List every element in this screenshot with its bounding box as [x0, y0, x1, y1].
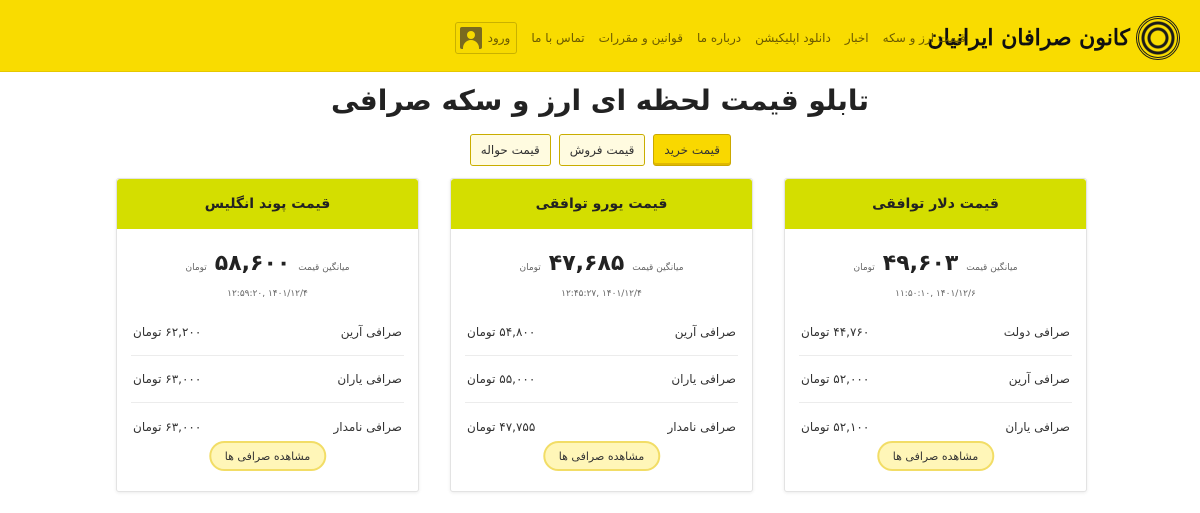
nav-item-rules[interactable]: قوانین و مقررات: [599, 31, 683, 45]
exchange-price: ۴۴,۷۶۰ تومان: [801, 325, 870, 339]
list-item: صرافی آرین ۵۴,۸۰۰ تومان: [465, 309, 738, 356]
exchange-list: صرافی دولت ۴۴,۷۶۰ تومان صرافی آرین ۵۲,۰۰…: [799, 309, 1072, 450]
exchange-name: صرافی آرین: [340, 325, 402, 339]
card-title: قیمت یورو توافقی: [451, 179, 752, 229]
update-timestamp: ۱۴۰۱/۱۲/۴ ,۱۲:۴۵:۲۷: [561, 289, 642, 299]
nav-item-download-app[interactable]: دانلود اپلیکیشن: [755, 31, 831, 45]
average-price: میانگین قیمت ۴۹,۶۰۳ تومان: [785, 251, 1086, 276]
exchange-price: ۶۳,۰۰۰ تومان: [133, 372, 202, 386]
average-value: ۴۷,۶۸۵: [548, 251, 625, 276]
average-label: میانگین قیمت: [966, 263, 1018, 273]
update-timestamp: ۱۴۰۱/۱۲/۶ ,۱۱:۵۰:۱۰: [895, 289, 976, 299]
exchange-price: ۶۲,۲۰۰ تومان: [133, 325, 202, 339]
average-price: میانگین قیمت ۵۸,۶۰۰ تومان: [117, 251, 418, 276]
exchange-price: ۵۵,۰۰۰ تومان: [467, 372, 536, 386]
view-exchanges-button[interactable]: مشاهده صرافی ها: [208, 441, 327, 471]
exchange-list: صرافی آرین ۶۲,۲۰۰ تومان صرافی یاران ۶۳,۰…: [131, 309, 404, 450]
exchange-price: ۵۴,۸۰۰ تومان: [467, 325, 536, 339]
user-icon: [459, 27, 482, 49]
list-item: صرافی یاران ۶۳,۰۰۰ تومان: [131, 356, 404, 403]
emblem-icon: [1136, 16, 1180, 60]
transfer-price-button[interactable]: قیمت حواله: [469, 134, 551, 166]
average-price: میانگین قیمت ۴۷,۶۸۵ تومان: [451, 251, 752, 276]
main-nav: قیمت ارز و سکه اخبار دانلود اپلیکیشن درب…: [454, 22, 966, 54]
exchange-name: صرافی یاران: [337, 372, 402, 386]
page-title: تابلو قیمت لحظه ای ارز و سکه صرافی: [331, 84, 869, 117]
average-value: ۴۹,۶۰۳: [882, 251, 959, 276]
exchange-name: صرافی نامدار: [667, 419, 736, 434]
update-timestamp: ۱۴۰۱/۱۲/۴ ,۱۲:۵۹:۲۰: [227, 289, 308, 299]
exchange-price: ۴۷,۷۵۵ تومان: [467, 419, 536, 434]
price-card-dollar: قیمت دلار توافقی میانگین قیمت ۴۹,۶۰۳ توم…: [784, 178, 1087, 492]
card-title: قیمت دلار توافقی: [785, 179, 1086, 229]
exchange-price: ۶۳,۰۰۰ تومان: [133, 419, 202, 434]
list-item: صرافی دولت ۴۴,۷۶۰ تومان: [799, 309, 1072, 356]
login-label: ورود: [487, 31, 511, 45]
currency-unit: تومان: [519, 263, 541, 273]
exchange-name: صرافی نامدار: [333, 419, 402, 434]
nav-item-prices[interactable]: قیمت ارز و سکه: [883, 31, 966, 45]
list-item: صرافی یاران ۵۵,۰۰۰ تومان: [465, 356, 738, 403]
nav-item-contact[interactable]: تماس با ما: [531, 31, 584, 45]
buy-price-button[interactable]: قیمت خرید: [653, 134, 731, 166]
price-type-toggle: قیمت خرید قیمت فروش قیمت حواله: [469, 134, 731, 166]
sell-price-button[interactable]: قیمت فروش: [558, 134, 646, 166]
average-label: میانگین قیمت: [298, 263, 350, 273]
exchange-list: صرافی آرین ۵۴,۸۰۰ تومان صرافی یاران ۵۵,۰…: [465, 309, 738, 450]
currency-unit: تومان: [185, 263, 207, 273]
average-label: میانگین قیمت: [632, 263, 684, 273]
list-item: صرافی آرین ۶۲,۲۰۰ تومان: [131, 309, 404, 356]
nav-item-about[interactable]: درباره ما: [697, 31, 741, 45]
exchange-name: صرافی یاران: [671, 372, 736, 386]
exchange-name: صرافی یاران: [1005, 419, 1070, 434]
price-card-euro: قیمت یورو توافقی میانگین قیمت ۴۷,۶۸۵ توم…: [450, 178, 753, 492]
currency-unit: تومان: [853, 263, 875, 273]
login-button[interactable]: ورود: [454, 22, 518, 54]
exchange-price: ۵۲,۱۰۰ تومان: [801, 419, 870, 434]
nav-item-news[interactable]: اخبار: [845, 31, 869, 45]
exchange-price: ۵۲,۰۰۰ تومان: [801, 372, 870, 386]
exchange-name: صرافی آرین: [1008, 372, 1070, 386]
exchange-name: صرافی دولت: [1003, 325, 1070, 339]
top-header: کانون صرافان ایرانیان قیمت ارز و سکه اخب…: [0, 0, 1200, 72]
card-title: قیمت پوند انگلیس: [117, 179, 418, 229]
list-item: صرافی آرین ۵۲,۰۰۰ تومان: [799, 356, 1072, 403]
exchange-name: صرافی آرین: [674, 325, 736, 339]
price-card-pound: قیمت پوند انگلیس میانگین قیمت ۵۸,۶۰۰ توم…: [116, 178, 419, 492]
average-value: ۵۸,۶۰۰: [214, 251, 291, 276]
view-exchanges-button[interactable]: مشاهده صرافی ها: [876, 441, 995, 471]
view-exchanges-button[interactable]: مشاهده صرافی ها: [542, 441, 661, 471]
